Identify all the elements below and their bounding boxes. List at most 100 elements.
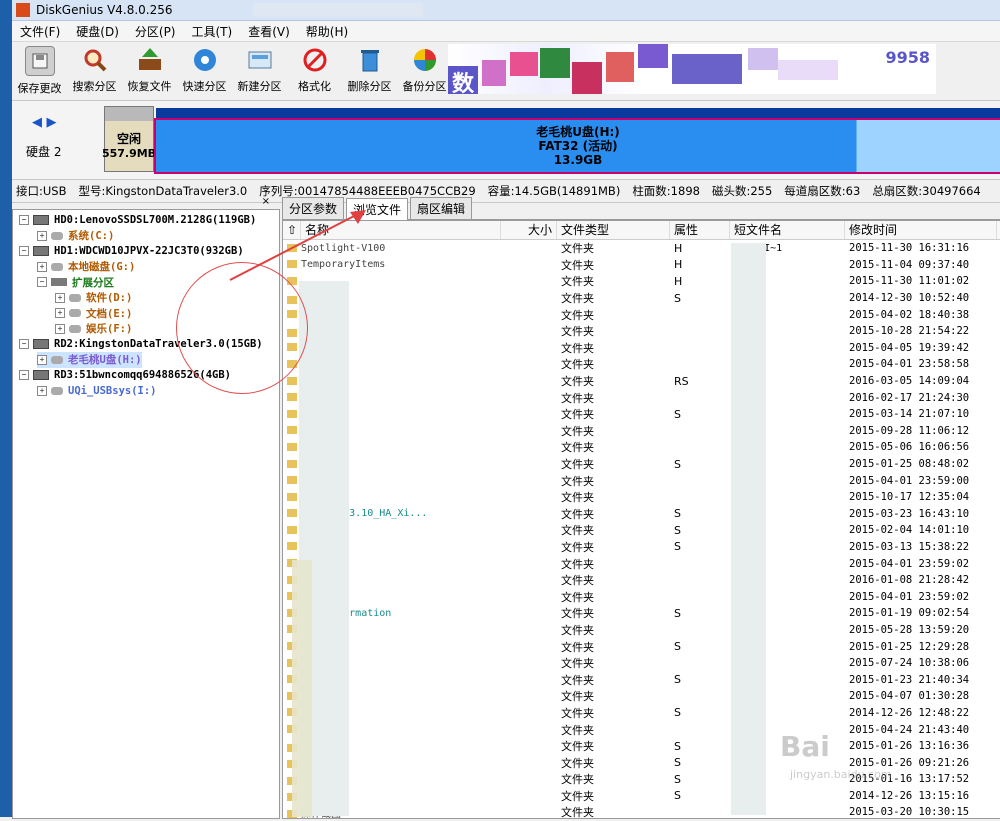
collapse-icon[interactable]: − (19, 370, 29, 380)
file-row[interactable]: _SRC文件夹S2014-12-26 12:48:22 (283, 705, 1000, 722)
expand-icon[interactable]: + (37, 230, 47, 241)
file-row[interactable]: m文件夹COM2015-04-07 01:30:28 (283, 688, 1000, 705)
menu-disk[interactable]: 硬盘(D) (68, 23, 127, 40)
menu-view[interactable]: 查看(V) (240, 23, 298, 40)
delete-partition-button[interactable]: 删除分区 (342, 46, 397, 94)
file-row[interactable]: Spotlight-V100文件夹HSPOTLI~12015-11-30 16:… (283, 240, 1000, 257)
file-row[interactable]: DIR文件夹SR2015-03-14 21:07:10 (283, 406, 1000, 423)
file-type: 文件夹 (561, 474, 594, 488)
tab-sector-edit[interactable]: 扇区编辑 (410, 197, 473, 219)
tree-item[interactable]: + 娱乐(F:) (55, 321, 132, 337)
file-modified-time: 2015-11-04 09:37:40 (849, 258, 970, 271)
expand-icon[interactable]: + (37, 385, 47, 396)
file-row[interactable]: 操作截图文件夹2015-03-20 10:30:15 (283, 804, 1000, 821)
tree-item[interactable]: − HD0:LenovoSSDSL700M.2128G(119GB) (19, 212, 256, 228)
tree-item[interactable]: − HD1:WDCWD10JPVX-22JC3T0(932GB) (19, 243, 244, 259)
tree-item[interactable]: − 扩展分区 (37, 274, 114, 290)
file-row[interactable]: 文件夹SF2016-01-08 21:28:42 (283, 572, 1000, 589)
col-short[interactable]: 短文件名 (730, 221, 845, 239)
free-space-title: 空闲 (116, 132, 141, 146)
file-row[interactable]: ume Information文件夹S2015-01-19 09:02:54 (283, 605, 1000, 622)
file-type: 文件夹 (561, 358, 594, 372)
tree-item[interactable]: + 老毛桃U盘(H:) (37, 351, 142, 368)
file-type: 文件夹 (561, 806, 594, 820)
collapse-icon[interactable]: − (19, 215, 29, 225)
file-row[interactable]: ot文件夹SOT2015-03-13 15:38:22 (283, 539, 1000, 556)
menu-help[interactable]: 帮助(H) (298, 23, 356, 40)
file-row[interactable]: 文件夹SQ2015-01-25 08:48:02 (283, 456, 1000, 473)
tree-item-label: 文档(E:) (86, 307, 133, 320)
file-row[interactable]: 文件夹 H 2015-11-30 11:01:02 (283, 273, 1000, 290)
file-type: 文件夹 (561, 441, 594, 455)
folder-icon (287, 509, 297, 518)
file-row[interactable]: 文件夹 S 2015-01-23 21:40:34 (283, 671, 1000, 688)
file-row[interactable]: 文件夹SO2015-04-01 23:59:02 (283, 555, 1000, 572)
file-row[interactable]: 文件夹 2015-04-01 23:59:02 (283, 588, 1000, 605)
tree-item[interactable]: + 软件(D:) (55, 290, 132, 306)
tree-item[interactable]: + 系统(C:) (37, 228, 114, 244)
tree-item[interactable]: + 本地磁盘(G:) (37, 259, 135, 275)
menu-partition[interactable]: 分区(P) (127, 23, 184, 40)
new-partition-button[interactable]: 新建分区 (232, 46, 287, 94)
save-button[interactable]: 保存更改 (12, 46, 67, 96)
file-modified-time: 2015-01-26 09:21:26 (849, 756, 970, 769)
folder-icon (287, 426, 297, 435)
file-modified-time: 2014-12-30 10:52:40 (849, 292, 970, 305)
file-row[interactable]: 文件夹N2015-04-01 23:59:00 (283, 472, 1000, 489)
file-row[interactable]: 络罗正文件夹S12014-12-30 10:52:40 (283, 290, 1000, 307)
collapse-icon[interactable]: − (19, 246, 29, 256)
file-row[interactable]: 具文件夹S2015-01-26 13:16:36 (283, 738, 1000, 755)
tree-item[interactable]: + UQi_USBsys(I:) (37, 383, 157, 399)
search-partition-button[interactable]: 搜索分区 (67, 46, 122, 94)
file-row[interactable]: 项目文件夹S项目2015-01-16 13:17:52 (283, 771, 1000, 788)
collapse-icon[interactable]: − (19, 339, 29, 349)
quick-partition-button[interactable]: 快速分区 (177, 46, 232, 94)
expand-icon[interactable]: + (55, 323, 65, 334)
file-row[interactable]: 和资料文件夹S12014-12-26 13:15:16 (283, 788, 1000, 805)
file-row[interactable]: 文件夹O2015-05-06 16:06:56 (283, 439, 1000, 456)
file-row[interactable]: _html文件夹S2015-02-04 14:01:10 (283, 522, 1000, 539)
file-row[interactable]: 文件夹N2015-10-17 12:35:04 (283, 489, 1000, 506)
file-row[interactable]: 题日志文件夹S2015-01-26 09:21:26 (283, 754, 1000, 771)
free-space-block[interactable]: 空闲 557.9MB (102, 106, 156, 172)
expand-icon[interactable]: + (55, 308, 65, 318)
menu-file[interactable]: 文件(F) (12, 23, 68, 40)
expand-icon[interactable]: + (37, 261, 47, 272)
tree-item[interactable]: + 文档(E:) (55, 305, 132, 321)
col-time[interactable]: 修改时间 (845, 221, 997, 239)
hard-disk-icon (33, 215, 49, 225)
banner-pixel (638, 44, 668, 68)
partition-icon (51, 386, 63, 395)
file-row[interactable]: TemporaryItems 文件夹 H 2015-11-04 09:37:40 (283, 257, 1000, 274)
file-attr: S (674, 523, 681, 537)
file-row[interactable]: 文件夹A2015-04-05 19:39:42 (283, 340, 1000, 357)
restore-files-button[interactable]: 恢复文件 (122, 46, 177, 94)
backup-label: 备份分区 (402, 80, 447, 93)
file-modified-time: 2015-04-01 23:59:02 (849, 557, 970, 570)
file-row[interactable]: 文件夹 2015-04-24 21:43:40 (283, 721, 1000, 738)
file-row[interactable]: 文件夹 S 2015-01-25 12:29:28 (283, 638, 1000, 655)
file-attr: S (674, 756, 681, 770)
file-row[interactable]: 文件夹 2015-04-02 18:40:38 (283, 306, 1000, 323)
file-row[interactable]: 文件夹Y2015-05-28 13:59:20 (283, 622, 1000, 639)
file-row[interactable]: 料文件夹12015-10-28 21:54:22 (283, 323, 1000, 340)
disk-nav-arrows[interactable]: ◀ ▶ (32, 115, 57, 130)
file-row[interactable]: et文件夹2015-09-28 11:06:12 (283, 423, 1000, 440)
format-button[interactable]: 格式化 (287, 46, 342, 94)
file-row[interactable]: 文件夹 2016-02-17 21:24:30 (283, 389, 1000, 406)
backup-partition-button[interactable]: 备份分区 (397, 46, 452, 94)
collapse-icon[interactable]: − (37, 277, 47, 287)
expand-icon[interactable]: + (37, 354, 47, 365)
ad-banner[interactable]: 数 9958 (448, 44, 936, 94)
menu-tools[interactable]: 工具(T) (184, 23, 241, 40)
file-row[interactable]: Monitor_3.10_HA_Xi...文件夹S1.10_2015-03-23… (283, 506, 1000, 523)
file-attr: S (674, 291, 681, 305)
col-size[interactable]: 大小 (501, 221, 557, 239)
partition-block[interactable]: 老毛桃U盘(H:) FAT32 (活动) 13.9GB (154, 108, 1000, 174)
file-row[interactable]: s文件夹2015-07-24 10:38:06 (283, 655, 1000, 672)
file-row[interactable]: D文件夹I2015-04-01 23:58:58 (283, 356, 1000, 373)
file-row[interactable]: 文件夹 RS 2016-03-05 14:09:04 (283, 373, 1000, 390)
expand-icon[interactable]: + (55, 292, 65, 303)
col-type[interactable]: 文件类型 (557, 221, 670, 239)
col-attr[interactable]: 属性 (670, 221, 730, 239)
